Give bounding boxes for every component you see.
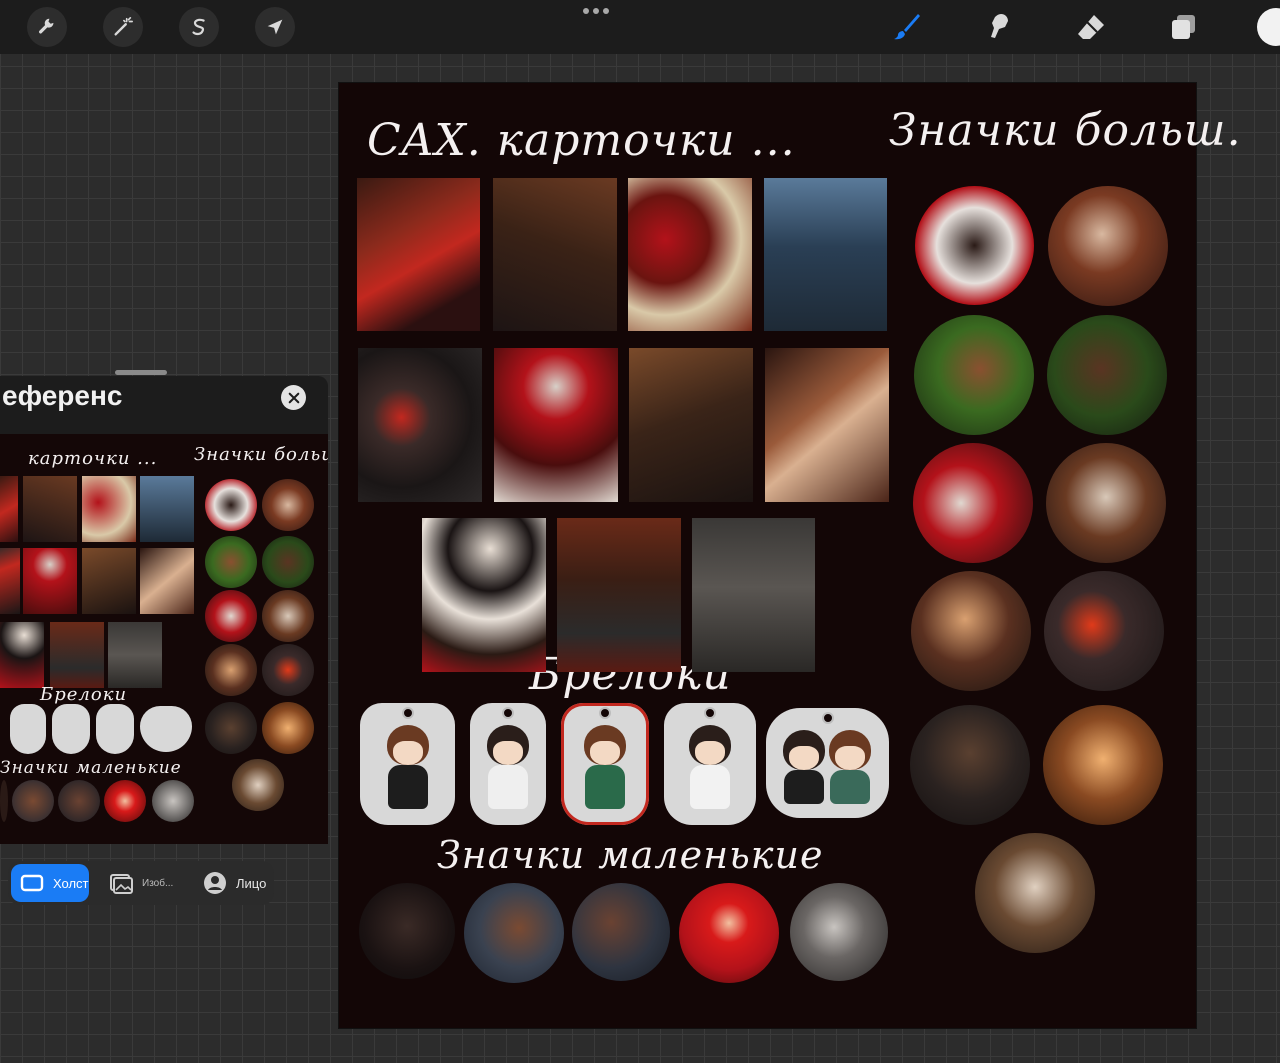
mini-badge bbox=[205, 702, 257, 754]
big-badge bbox=[1043, 705, 1163, 825]
ellipsis-icon[interactable] bbox=[580, 4, 612, 18]
tab-face-label: Лицо bbox=[236, 875, 267, 891]
art-card bbox=[494, 348, 618, 502]
tab-image[interactable]: Изоб... bbox=[100, 864, 186, 902]
small-badge bbox=[790, 883, 888, 981]
charm-keychain bbox=[766, 708, 889, 818]
mini-charm bbox=[140, 706, 192, 752]
selection-s-icon[interactable] bbox=[179, 7, 219, 47]
art-card bbox=[629, 348, 753, 502]
big-badge bbox=[913, 443, 1033, 563]
mini-art-card bbox=[140, 476, 194, 542]
mini-badge bbox=[12, 780, 54, 822]
big-badge bbox=[1047, 315, 1167, 435]
brush-icon[interactable] bbox=[888, 8, 926, 46]
arrow-cursor-icon[interactable] bbox=[255, 7, 295, 47]
mini-art-card bbox=[0, 548, 20, 614]
art-card bbox=[358, 348, 482, 502]
tab-canvas-label: Холст bbox=[53, 875, 89, 891]
mini-art-card bbox=[140, 548, 194, 614]
mini-badge bbox=[152, 780, 194, 822]
mini-art-card bbox=[23, 476, 77, 542]
reference-image[interactable]: карточки ... Значки больш. Брелоки Значк… bbox=[0, 434, 328, 844]
big-badge bbox=[915, 186, 1034, 305]
smudge-icon[interactable] bbox=[980, 8, 1018, 46]
big-badge bbox=[975, 833, 1095, 953]
color-well[interactable] bbox=[1257, 8, 1280, 46]
mini-badge bbox=[262, 644, 314, 696]
mini-badge bbox=[262, 702, 314, 754]
reference-panel-title: еференс bbox=[2, 380, 123, 411]
art-card bbox=[357, 178, 480, 331]
mini-badge bbox=[104, 780, 146, 822]
big-badge bbox=[1044, 571, 1164, 691]
mini-badge bbox=[205, 590, 257, 642]
close-icon[interactable] bbox=[281, 385, 306, 410]
cards-title: CAX. карточки ... bbox=[367, 115, 796, 166]
art-card bbox=[493, 178, 617, 331]
art-card bbox=[628, 178, 752, 331]
mini-big-badges-title: Значки больш. bbox=[194, 444, 328, 465]
tab-canvas[interactable]: Холст bbox=[11, 864, 89, 902]
small-badge bbox=[572, 883, 670, 981]
mini-art-card bbox=[0, 476, 18, 542]
big-badge bbox=[1046, 443, 1166, 563]
layers-icon[interactable] bbox=[1164, 8, 1202, 46]
small-badge bbox=[359, 883, 455, 979]
charm-keychain bbox=[470, 703, 546, 825]
mini-badge bbox=[262, 590, 314, 642]
canvas-icon bbox=[20, 874, 44, 892]
mini-art-card bbox=[108, 622, 162, 688]
big-badge bbox=[911, 571, 1031, 691]
face-icon bbox=[204, 872, 226, 894]
mini-badge bbox=[58, 780, 100, 822]
mini-art-card bbox=[82, 548, 136, 614]
art-card bbox=[765, 348, 889, 502]
tab-face[interactable]: Лицо bbox=[194, 864, 272, 902]
mini-art-card bbox=[0, 622, 44, 688]
mini-badge bbox=[205, 644, 257, 696]
mini-cards-title: карточки ... bbox=[28, 448, 158, 469]
art-card bbox=[692, 518, 815, 672]
mini-charm bbox=[52, 704, 90, 754]
big-badges-title: Значки больш. bbox=[889, 105, 1242, 156]
small-badge bbox=[679, 883, 779, 983]
small-badge bbox=[464, 883, 564, 983]
big-badge bbox=[1048, 186, 1168, 306]
art-card bbox=[422, 518, 546, 672]
big-badge bbox=[914, 315, 1034, 435]
eraser-icon[interactable] bbox=[1072, 8, 1110, 46]
mini-badge bbox=[232, 759, 284, 811]
charm-keychain bbox=[664, 703, 756, 825]
mini-badge bbox=[205, 536, 257, 588]
image-icon bbox=[110, 874, 133, 894]
drawing-canvas[interactable]: CAX. карточки ... Значки больш. Брелоки … bbox=[339, 83, 1241, 1028]
reference-panel-grabber[interactable] bbox=[115, 370, 167, 375]
art-card bbox=[764, 178, 887, 331]
mini-charm bbox=[96, 704, 134, 754]
mini-art-card bbox=[50, 622, 104, 688]
top-toolbar bbox=[0, 0, 1280, 54]
mini-small-badges-title: Значки маленькие bbox=[0, 758, 182, 778]
mini-badge bbox=[205, 479, 257, 531]
small-badges-title: Значки маленькие bbox=[437, 833, 824, 877]
charm-keychain bbox=[360, 703, 455, 825]
reference-source-tabs: Холст Изоб... Лицо bbox=[8, 861, 274, 905]
mini-charm bbox=[10, 704, 46, 754]
tab-image-label: Изоб... bbox=[142, 877, 174, 889]
mini-badge bbox=[262, 479, 314, 531]
mini-art-card bbox=[82, 476, 136, 542]
mini-charms-title: Брелоки bbox=[40, 684, 128, 705]
mini-badge bbox=[262, 536, 314, 588]
charm-keychain bbox=[561, 703, 649, 825]
mini-badge bbox=[0, 780, 8, 822]
wrench-icon[interactable] bbox=[27, 7, 67, 47]
magic-wand-icon[interactable] bbox=[103, 7, 143, 47]
big-badge bbox=[910, 705, 1030, 825]
mini-art-card bbox=[23, 548, 77, 614]
art-card bbox=[557, 518, 681, 672]
